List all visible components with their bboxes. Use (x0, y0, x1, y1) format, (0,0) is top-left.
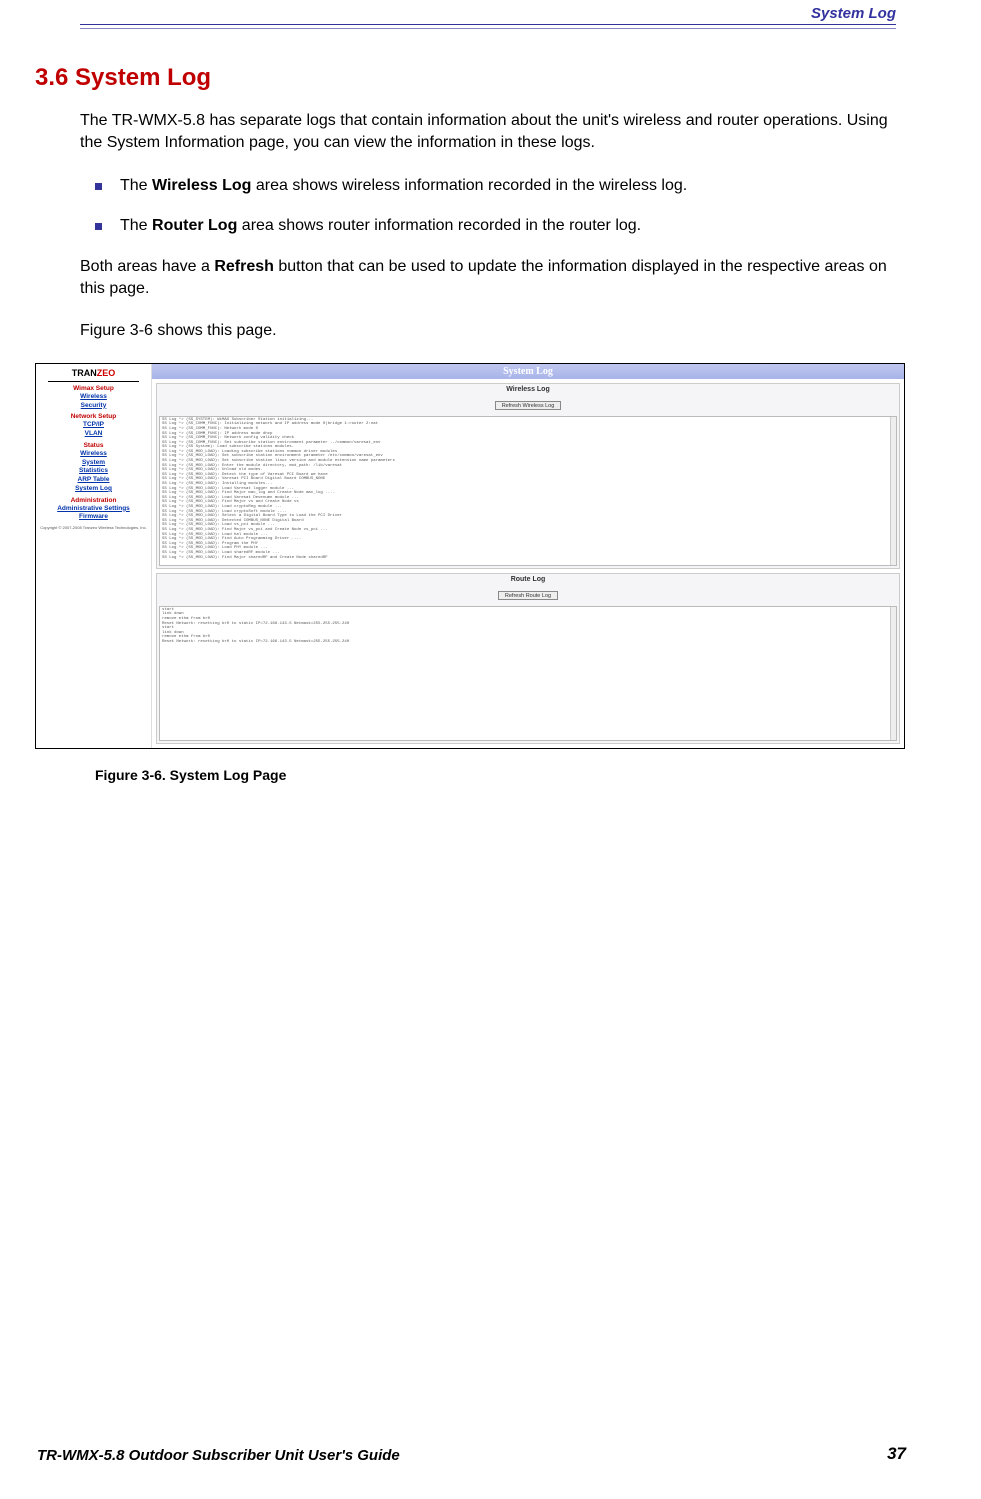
bullet-wireless-log: The Wireless Log area shows wireless inf… (95, 175, 896, 197)
header-rule-2 (80, 28, 896, 29)
sidebar-link-firmware[interactable]: Firmware (38, 513, 149, 522)
page-footer: TR-WMX-5.8 Outdoor Subscriber Unit User'… (37, 1444, 906, 1464)
figure-caption: Figure 3-6. System Log Page (95, 767, 896, 783)
wireless-log-content[interactable]: SS Log *> (SS_SYSTEM): WiMAX Subscriber … (159, 416, 897, 566)
screenshot-main: System Log Wireless Log Refresh Wireless… (151, 364, 904, 748)
screenshot-sidebar: TRANZEO Wimax Setup Wireless Security Ne… (36, 364, 151, 748)
scrollbar[interactable] (890, 607, 896, 740)
logo: TRANZEO (38, 368, 149, 378)
sidebar-head-status: Status (38, 442, 149, 449)
para-bold: Refresh (214, 258, 274, 275)
section-heading: 3.6 System Log (35, 64, 896, 92)
route-log-content[interactable]: start link down remove ethm from br0 Res… (159, 606, 897, 741)
bullet-icon (95, 183, 102, 190)
figure-screenshot: TRANZEO Wimax Setup Wireless Security Ne… (35, 363, 905, 749)
para-pre: Both areas have a (80, 258, 214, 275)
bullet-post: area shows wireless information recorded… (251, 177, 687, 194)
bullet-text: The Wireless Log area shows wireless inf… (120, 175, 687, 197)
sidebar-head-network: Network Setup (38, 413, 149, 420)
footer-guide-title: TR-WMX-5.8 Outdoor Subscriber Unit User'… (37, 1447, 400, 1464)
sidebar-link-admin-settings[interactable]: Administrative Settings (38, 505, 149, 514)
footer-page-number: 37 (887, 1444, 906, 1464)
intro-paragraph: The TR-WMX-5.8 has separate logs that co… (80, 110, 896, 155)
sidebar-link-vlan[interactable]: VLAN (38, 430, 149, 439)
logo-tran: TRAN (72, 368, 97, 378)
bullet-post: area shows router information recorded i… (237, 217, 641, 234)
bullet-router-log: The Router Log area shows router informa… (95, 215, 896, 237)
figure-ref-paragraph: Figure 3-6 shows this page. (80, 320, 896, 342)
sidebar-link-status-syslog[interactable]: System Log (38, 485, 149, 494)
bullet-pre: The (120, 217, 152, 234)
sidebar-link-status-arp[interactable]: ARP Table (38, 476, 149, 485)
header-rule-1 (80, 24, 896, 25)
refresh-paragraph: Both areas have a Refresh button that ca… (80, 256, 896, 301)
sidebar-link-security[interactable]: Security (38, 402, 149, 411)
bullet-text: The Router Log area shows router informa… (120, 215, 641, 237)
sidebar-head-wimax: Wimax Setup (38, 385, 149, 392)
sidebar-link-status-statistics[interactable]: Statistics (38, 467, 149, 476)
route-log-section: Route Log Refresh Route Log start link d… (156, 573, 900, 744)
sidebar-link-wireless[interactable]: Wireless (38, 393, 149, 402)
bullet-pre: The (120, 177, 152, 194)
refresh-route-button[interactable]: Refresh Route Log (498, 591, 558, 600)
bullet-bold: Wireless Log (152, 177, 251, 194)
sidebar-link-tcpip[interactable]: TCP/IP (38, 421, 149, 430)
page-header-label: System Log (80, 5, 896, 22)
panel-title: System Log (152, 364, 904, 379)
scrollbar[interactable] (890, 417, 896, 565)
route-log-title: Route Log (157, 574, 899, 584)
wireless-log-title: Wireless Log (157, 384, 899, 394)
refresh-wireless-button[interactable]: Refresh Wireless Log (495, 401, 562, 410)
wireless-log-section: Wireless Log Refresh Wireless Log SS Log… (156, 383, 900, 569)
bullet-icon (95, 223, 102, 230)
sidebar-copyright: Copyright © 2007-2008 Tranzeo Wireless T… (38, 526, 149, 531)
logo-zeo: ZEO (97, 368, 116, 378)
sidebar-link-status-wireless[interactable]: Wireless (38, 450, 149, 459)
sidebar-head-admin: Administration (38, 497, 149, 504)
bullet-bold: Router Log (152, 217, 237, 234)
sidebar-link-status-system[interactable]: System (38, 459, 149, 468)
